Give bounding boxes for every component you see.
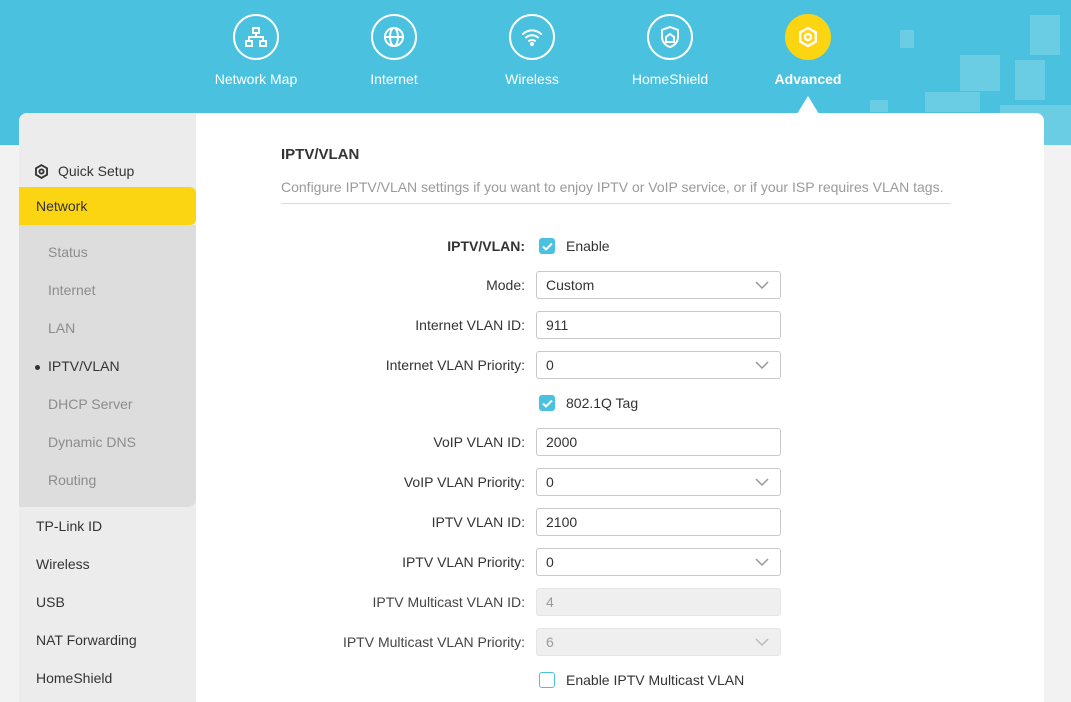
top-nav: Network Map Internet Wireless HomeShield…	[0, 14, 1071, 104]
enable-multicast-row: Enable IPTV Multicast VLAN	[281, 666, 951, 694]
enable-label: Enable	[566, 238, 610, 254]
enable-checkbox[interactable]: Enable	[539, 236, 610, 256]
divider	[281, 203, 951, 204]
internet-vlan-priority-select[interactable]: 0	[536, 351, 781, 379]
tag-row: 802.1Q Tag	[281, 389, 951, 417]
iptv-vlan-priority-value: 0	[546, 554, 554, 570]
globe-icon	[371, 14, 417, 60]
wifi-icon	[509, 14, 555, 60]
tag-label: 802.1Q Tag	[566, 395, 639, 411]
internet-vlan-id-row: Internet VLAN ID: 911	[281, 311, 951, 339]
sidebar-subitem-iptv-vlan[interactable]: IPTV/VLAN	[35, 358, 120, 374]
quick-setup-icon	[35, 163, 48, 179]
mode-row: Mode: Custom	[281, 271, 951, 299]
internet-vlan-id-input[interactable]: 911	[536, 311, 781, 339]
mode-label: Mode:	[486, 277, 525, 293]
iptv-vlan-id-input[interactable]: 2100	[536, 508, 781, 536]
voip-vlan-id-label: VoIP VLAN ID:	[433, 434, 525, 450]
sidebar-subitem-lan[interactable]: LAN	[48, 320, 75, 336]
sidebar-subitem-dynamic-dns[interactable]: Dynamic DNS	[48, 434, 136, 450]
iptv-vlan-label: IPTV/VLAN:	[447, 238, 525, 254]
nav-label: Wireless	[505, 71, 559, 87]
checkmark-icon	[539, 238, 555, 254]
page-title: IPTV/VLAN	[281, 146, 360, 163]
internet-vlan-priority-label: Internet VLAN Priority:	[385, 357, 525, 373]
iptv-multicast-vlan-priority-row: IPTV Multicast VLAN Priority: 6	[281, 628, 951, 656]
checkbox-empty-icon	[539, 672, 555, 688]
voip-vlan-id-input[interactable]: 2000	[536, 428, 781, 456]
network-map-icon	[233, 14, 279, 60]
mode-value: Custom	[546, 277, 595, 293]
nav-advanced[interactable]: Advanced	[748, 14, 868, 87]
mode-select[interactable]: Custom	[536, 271, 781, 299]
sidebar-subitem-routing[interactable]: Routing	[48, 472, 96, 488]
sidebar: Quick Setup Network Status Internet LAN …	[19, 113, 196, 702]
sidebar-item-tp-link-id[interactable]: TP-Link ID	[36, 518, 102, 534]
iptv-vlan-row: IPTV/VLAN: Enable	[281, 232, 951, 260]
iptv-vlan-id-label: IPTV VLAN ID:	[431, 514, 525, 530]
sidebar-item-nat-forwarding[interactable]: NAT Forwarding	[36, 632, 137, 648]
voip-vlan-priority-value: 0	[546, 474, 554, 490]
iptv-vlan-priority-label: IPTV VLAN Priority:	[402, 554, 525, 570]
sidebar-item-homeshield[interactable]: HomeShield	[36, 670, 112, 686]
iptv-vlan-id-row: IPTV VLAN ID: 2100	[281, 508, 951, 536]
iptv-multicast-vlan-priority-label: IPTV Multicast VLAN Priority:	[342, 634, 525, 650]
iptv-multicast-vlan-priority-select: 6	[536, 628, 781, 656]
voip-vlan-priority-label: VoIP VLAN Priority:	[403, 474, 525, 490]
sidebar-item-label: Network	[36, 198, 88, 214]
internet-vlan-priority-value: 0	[546, 357, 554, 373]
chevron-down-icon	[755, 478, 769, 486]
nav-label: Advanced	[774, 71, 842, 87]
tag-checkbox[interactable]: 802.1Q Tag	[539, 393, 638, 413]
chevron-down-icon	[755, 281, 769, 289]
voip-vlan-id-row: VoIP VLAN ID: 2000	[281, 428, 951, 456]
sidebar-item-network[interactable]: Network	[19, 187, 196, 225]
nav-label: Network Map	[214, 71, 298, 87]
nav-label: HomeShield	[631, 71, 709, 87]
nav-label: Internet	[370, 71, 418, 87]
active-tab-pointer	[797, 96, 819, 114]
checkmark-icon	[539, 395, 555, 411]
iptv-vlan-priority-select[interactable]: 0	[536, 548, 781, 576]
sidebar-item-wireless[interactable]: Wireless	[36, 556, 90, 572]
nav-wireless[interactable]: Wireless	[472, 14, 592, 87]
nav-network-map[interactable]: Network Map	[196, 14, 316, 87]
chevron-down-icon	[755, 638, 769, 646]
page-description: Configure IPTV/VLAN settings if you want…	[281, 179, 944, 195]
sidebar-subitem-dhcp-server[interactable]: DHCP Server	[48, 396, 133, 412]
internet-vlan-id-label: Internet VLAN ID:	[415, 317, 525, 333]
sidebar-subitem-internet[interactable]: Internet	[48, 282, 95, 298]
chevron-down-icon	[755, 558, 769, 566]
enable-multicast-checkbox[interactable]: Enable IPTV Multicast VLAN	[539, 670, 744, 690]
iptv-multicast-vlan-priority-value: 6	[546, 634, 554, 650]
sidebar-item-usb[interactable]: USB	[36, 594, 65, 610]
gear-icon	[785, 14, 831, 60]
internet-vlan-priority-row: Internet VLAN Priority: 0	[281, 351, 951, 379]
sidebar-item-label: Quick Setup	[58, 163, 135, 179]
nav-homeshield[interactable]: HomeShield	[610, 14, 730, 87]
enable-multicast-label: Enable IPTV Multicast VLAN	[566, 672, 745, 688]
voip-vlan-priority-row: VoIP VLAN Priority: 0	[281, 468, 951, 496]
main-card: Quick Setup Network Status Internet LAN …	[19, 113, 1044, 702]
iptv-multicast-vlan-id-row: IPTV Multicast VLAN ID: 4	[281, 588, 951, 616]
iptv-multicast-vlan-id-label: IPTV Multicast VLAN ID:	[372, 594, 525, 610]
sidebar-subitem-status[interactable]: Status	[48, 244, 88, 260]
nav-internet[interactable]: Internet	[334, 14, 454, 87]
iptv-multicast-vlan-id-input: 4	[536, 588, 781, 616]
chevron-down-icon	[755, 361, 769, 369]
network-submenu: Status Internet LAN IPTV/VLAN DHCP Serve…	[19, 225, 196, 507]
voip-vlan-priority-select[interactable]: 0	[536, 468, 781, 496]
sidebar-item-quick-setup[interactable]: Quick Setup	[33, 159, 134, 183]
iptv-vlan-priority-row: IPTV VLAN Priority: 0	[281, 548, 951, 576]
homeshield-icon	[647, 14, 693, 60]
